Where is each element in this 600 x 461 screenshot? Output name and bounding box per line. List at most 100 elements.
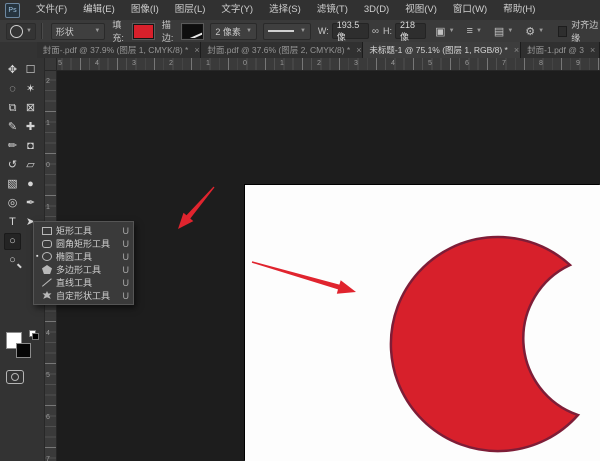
menu-item[interactable]: 帮助(H) (495, 0, 543, 20)
menu-item[interactable]: 文字(Y) (213, 0, 261, 20)
custom-shape-icon (42, 291, 52, 300)
type-tool-button[interactable]: T (4, 214, 21, 231)
quick-mask-button[interactable] (6, 370, 24, 384)
app-icon: Ps (5, 3, 20, 18)
flyout-item-line[interactable]: 直线工具U (34, 276, 133, 289)
align-edges-label: 对齐边缘 (571, 18, 600, 44)
close-icon[interactable]: × (356, 45, 361, 55)
menu-item[interactable]: 文件(F) (28, 0, 75, 20)
brush-tool-icon: ✏ (8, 141, 17, 152)
ellipse-shape-tool-button[interactable]: ○ (4, 233, 21, 250)
workspace: ✥☐◌✶⧉⊠✎✚✏◘↺▱▧●◎✒T➤○○ 矩形工具U圆角矩形工具U▪椭圆工具U多… (0, 58, 600, 461)
tool-mode-select[interactable]: 形状 ▼ (51, 23, 106, 40)
tool-preset-picker[interactable]: ▼ (6, 23, 36, 40)
healing-brush-tool-icon: ✚ (26, 122, 35, 133)
close-icon[interactable]: × (514, 45, 519, 55)
dodge-tool-button[interactable]: ◎ (4, 195, 21, 212)
photoshop-window: Ps 文件(F)编辑(E)图像(I)图层(L)文字(Y)选择(S)滤镜(T)3D… (0, 0, 600, 461)
path-alignment-icon: ≡ (467, 25, 473, 37)
tab-bar-spacer (0, 42, 37, 58)
stroke-width-select[interactable]: 2 像素 ▼ (210, 23, 257, 40)
ruler-number: 4 (46, 330, 50, 337)
clone-stamp-tool-button[interactable]: ◘ (22, 138, 39, 155)
ruler-number: 2 (46, 78, 50, 85)
menu-item[interactable]: 滤镜(T) (309, 0, 356, 20)
healing-brush-tool-button[interactable]: ✚ (22, 119, 39, 136)
move-tool-button[interactable]: ✥ (4, 62, 21, 79)
zoom-tool-button[interactable]: ○ (4, 252, 21, 269)
frame-tool-icon: ⊠ (26, 103, 35, 114)
flyout-item-rect[interactable]: 矩形工具U (34, 224, 133, 237)
crop-tool-button[interactable]: ⧉ (4, 100, 21, 117)
background-color-swatch[interactable] (16, 343, 31, 358)
magic-wand-tool-icon: ✶ (26, 84, 35, 95)
document-tab[interactable]: 未标题-1 @ 75.1% (图层 1, RGB/8) *× (363, 42, 521, 58)
menu-item[interactable]: 图像(I) (123, 0, 167, 20)
chevron-down-icon: ▼ (94, 28, 100, 34)
tab-label: 封面-.pdf @ 37.9% (图层 1, CMYK/8) * (43, 44, 189, 56)
history-brush-tool-button[interactable]: ↺ (4, 157, 21, 174)
shape-settings-button[interactable]: ⚙ ▼ (523, 24, 546, 39)
align-edges-checkbox[interactable] (558, 26, 567, 37)
blur-tool-button[interactable]: ● (22, 176, 39, 193)
frame-tool-button[interactable]: ⊠ (22, 100, 39, 117)
close-icon[interactable]: × (194, 45, 199, 55)
default-colors-icon[interactable] (29, 330, 38, 338)
flyout-item-custom-shape[interactable]: 自定形状工具U (34, 289, 133, 302)
shortcut-key: U (123, 252, 130, 262)
chevron-down-icon: ▼ (449, 28, 455, 34)
stroke-color-swatch[interactable] (182, 24, 203, 39)
shape-height-field[interactable]: 218 像 (395, 23, 426, 39)
chevron-down-icon: ▼ (476, 28, 482, 34)
type-tool-icon: T (9, 217, 16, 228)
menu-item[interactable]: 窗口(W) (445, 0, 495, 20)
gradient-tool-button[interactable]: ▧ (4, 176, 21, 193)
color-control (4, 330, 40, 364)
menu-item[interactable]: 3D(D) (356, 0, 397, 20)
marquee-tool-button[interactable]: ☐ (22, 62, 39, 79)
eyedropper-tool-icon: ✎ (8, 122, 17, 133)
close-icon[interactable]: × (590, 45, 595, 55)
eyedropper-tool-button[interactable]: ✎ (4, 119, 21, 136)
lasso-tool-button[interactable]: ◌ (4, 81, 21, 98)
pen-tool-button[interactable]: ✒ (22, 195, 39, 212)
flyout-item-label: 直线工具 (56, 276, 119, 289)
stroke-style-select[interactable]: ▼ (263, 23, 311, 40)
menu-item[interactable]: 视图(V) (397, 0, 445, 20)
magic-wand-tool-button[interactable]: ✶ (22, 81, 39, 98)
shape-width-field[interactable]: 193.5 像 (332, 23, 369, 39)
menu-item[interactable]: 选择(S) (261, 0, 309, 20)
ruler-number: 9 (576, 60, 580, 67)
flyout-item-rounded-rect[interactable]: 圆角矩形工具U (34, 237, 133, 250)
flyout-item-ellipse[interactable]: ▪椭圆工具U (34, 250, 133, 263)
clone-stamp-tool-icon: ◘ (27, 141, 34, 152)
document-tab[interactable]: 封面-1.pdf @ 3× (521, 42, 600, 58)
ruler-number: 5 (58, 60, 62, 67)
flyout-item-label: 矩形工具 (56, 224, 119, 237)
flyout-item-polygon[interactable]: 多边形工具U (34, 263, 133, 276)
menu-item[interactable]: 图层(L) (167, 0, 214, 20)
chevron-down-icon: ▼ (246, 28, 252, 34)
document-canvas[interactable] (245, 185, 600, 461)
document-tab[interactable]: 封面-.pdf @ 37.9% (图层 1, CMYK/8) * × (37, 42, 202, 58)
gear-icon: ⚙ (525, 25, 535, 38)
shape-tools-flyout-menu: 矩形工具U圆角矩形工具U▪椭圆工具U多边形工具U直线工具U自定形状工具U (33, 221, 134, 305)
menu-item[interactable]: 编辑(E) (75, 0, 123, 20)
document-tab[interactable]: 封面.pdf @ 37.6% (图层 2, CMYK/8) *× (201, 42, 363, 58)
ellipse-tool-icon (10, 25, 23, 38)
ruler-number: 2 (169, 60, 173, 67)
tool-mode-value: 形状 (56, 25, 74, 38)
options-bar: ▼ 形状 ▼ 填充: 描边: 2 像素 ▼ ▼ W: 193.5 像 ∞ H: … (0, 20, 600, 43)
marquee-tool-icon: ☐ (26, 65, 36, 76)
menu-bar: Ps 文件(F)编辑(E)图像(I)图层(L)文字(Y)选择(S)滤镜(T)3D… (0, 0, 600, 21)
path-alignment-button[interactable]: ≡ ▼ (465, 24, 484, 38)
fill-color-swatch[interactable] (133, 24, 154, 39)
ruler-number: 6 (46, 414, 50, 421)
width-label: W: (318, 26, 329, 36)
brush-tool-button[interactable]: ✏ (4, 138, 21, 155)
path-arrangement-button[interactable]: ▤ ▼ (492, 24, 515, 39)
eraser-tool-button[interactable]: ▱ (22, 157, 39, 174)
link-dimensions-icon[interactable]: ∞ (372, 26, 379, 37)
chevron-down-icon: ▼ (507, 28, 513, 34)
path-operations-button[interactable]: ▣ ▼ (433, 24, 456, 39)
